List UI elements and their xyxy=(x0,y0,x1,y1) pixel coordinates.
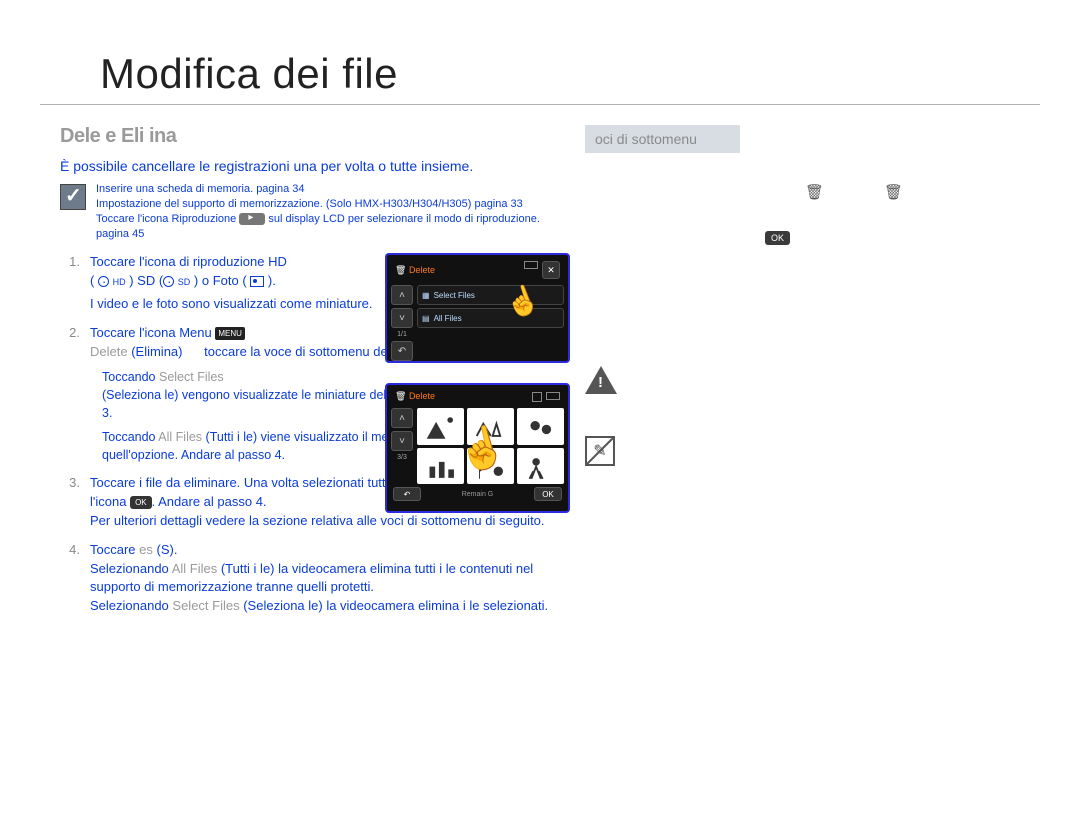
no-edit-icon: ✎ xyxy=(585,436,615,466)
step-4-line-3: Selezionando Select Files (Seleziona le)… xyxy=(90,597,555,616)
checkbox-icon xyxy=(60,184,86,210)
cam-up-button[interactable]: ˄ xyxy=(391,408,413,428)
menu-badge-icon: MENU xyxy=(215,327,245,341)
cam-sd-icon xyxy=(532,392,542,402)
cam-select-files-icon: ▦ xyxy=(422,291,430,300)
cam-trash-icon: 🗑 Delete xyxy=(395,265,435,276)
prereq-line-2: Impostazione del supporto di memorizzazi… xyxy=(96,197,555,212)
cam-all-files-icon: ▤ xyxy=(422,314,430,323)
cam-page-count: 1/1 xyxy=(391,331,413,338)
ok-chip-icon: OK xyxy=(765,231,790,245)
intro-text: È possibile cancellare le registrazioni … xyxy=(60,158,555,174)
prerequisites-box: Inserire una scheda di memoria. pagina 3… xyxy=(60,182,555,241)
cam-option-select-files[interactable]: ▦ Select Files xyxy=(417,285,564,305)
sd-icon xyxy=(163,276,174,287)
step-number: 4. xyxy=(60,541,80,616)
cam-thumbnail[interactable] xyxy=(517,448,564,485)
step-4: 4. Toccare es (S). Selezionando All File… xyxy=(60,541,555,616)
step-4-line-2: Selezionando All Files (Tutti i le) la v… xyxy=(90,560,555,598)
section-heading: Dele e Eli ina xyxy=(60,125,555,148)
camera-screenshot-delete-menu: 🗑 Delete ✕ ˄ ˅ 1/1 ↶ ▦ xyxy=(385,253,570,363)
prerequisites-text: Inserire una scheda di memoria. pagina 3… xyxy=(96,182,555,241)
page-title: Modifica dei file xyxy=(40,0,1040,105)
warning-icon xyxy=(585,366,619,396)
cam-thumbnail[interactable] xyxy=(517,408,564,445)
hd-icon xyxy=(98,276,109,287)
cam-page-indicator: 3/3 xyxy=(391,454,413,461)
ok-badge-icon: OK xyxy=(130,496,152,510)
submenu-header: oci di sottomenu xyxy=(585,125,740,153)
cam-up-button[interactable]: ˄ xyxy=(391,285,413,305)
prereq-line-1: Inserire una scheda di memoria. pagina 3… xyxy=(96,182,555,197)
trash-icon: 🗑 xyxy=(805,183,824,201)
step-number: 1. xyxy=(60,253,80,314)
play-icon xyxy=(239,213,265,225)
cam-battery-icon xyxy=(524,261,538,269)
step-number: 3. xyxy=(60,474,80,531)
cam-trash-icon: 🗑 Delete xyxy=(395,391,435,402)
step-number: 2. xyxy=(60,324,80,464)
step-3-line-2: Per ulteriori dettagli vedere la sezione… xyxy=(90,512,555,531)
step-4-line-1: Toccare es (S). xyxy=(90,541,555,560)
prereq-line-3: Toccare l'icona Riproduzione sul display… xyxy=(96,212,555,242)
cam-remaining-label: Remain G xyxy=(462,491,494,498)
cam-ok-button[interactable]: OK xyxy=(534,487,562,501)
camera-screenshot-thumbnails: 🗑 Delete ˄ ˅ 3/3 xyxy=(385,383,570,513)
cam-close-button[interactable]: ✕ xyxy=(542,261,560,279)
cam-down-button[interactable]: ˅ xyxy=(391,308,413,328)
cam-down-button[interactable]: ˅ xyxy=(391,431,413,451)
cam-back-button[interactable]: ↶ xyxy=(391,341,413,361)
cam-battery-icon xyxy=(546,392,560,400)
cam-back-button[interactable]: ↶ xyxy=(393,487,421,501)
photo-icon xyxy=(250,276,264,287)
trash-icon: 🗑 xyxy=(884,183,903,201)
